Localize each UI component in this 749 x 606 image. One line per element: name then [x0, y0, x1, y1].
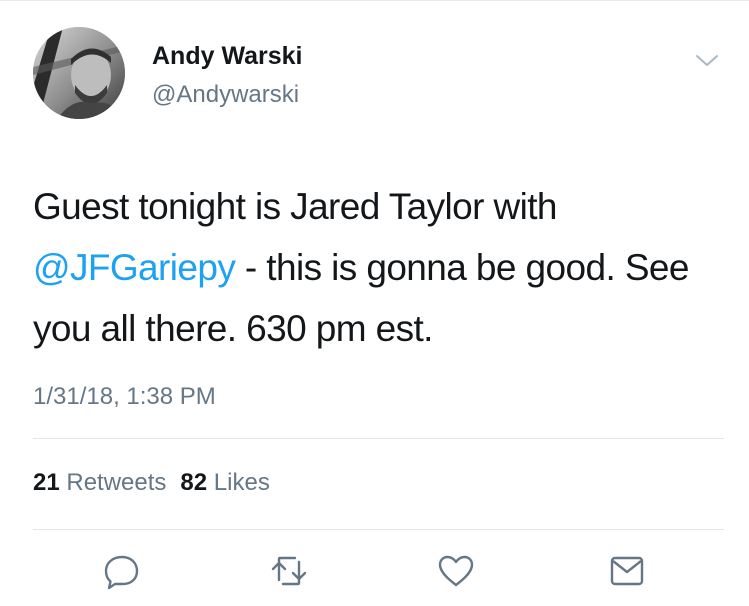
like-button[interactable] [436, 551, 476, 591]
tweet-text-part1: Guest tonight is Jared Taylor with [33, 186, 558, 227]
divider [33, 438, 724, 439]
retweet-icon [271, 556, 307, 586]
retweets-count: 21 [33, 469, 60, 496]
share-button[interactable] [607, 551, 647, 591]
mention-link[interactable]: @JFGariepy [33, 247, 236, 288]
reply-button[interactable] [102, 551, 142, 591]
retweets-label: Retweets [66, 469, 167, 496]
chevron-down-icon[interactable] [694, 50, 720, 70]
reply-icon [104, 555, 139, 590]
retweet-button[interactable] [269, 551, 309, 591]
likes-label: Likes [213, 469, 270, 496]
share-icon [610, 556, 644, 586]
avatar[interactable] [33, 27, 125, 119]
avatar-photo [33, 27, 125, 119]
author-handle[interactable]: @Andywarski [152, 81, 299, 109]
retweets-stat[interactable]: 21 Retweets [33, 469, 166, 496]
likes-stat[interactable]: 82 Likes [180, 469, 269, 496]
divider [33, 529, 724, 530]
tweet-timestamp[interactable]: 1/31/18, 1:38 PM [33, 383, 216, 411]
tweet-text: Guest tonight is Jared Taylor with @JFGar… [33, 176, 723, 359]
tweet-stats: 21 Retweets 82 Likes [33, 469, 270, 497]
author-name[interactable]: Andy Warski [152, 42, 303, 71]
likes-count: 82 [180, 469, 208, 496]
top-border [0, 0, 749, 1]
like-icon [438, 555, 474, 587]
